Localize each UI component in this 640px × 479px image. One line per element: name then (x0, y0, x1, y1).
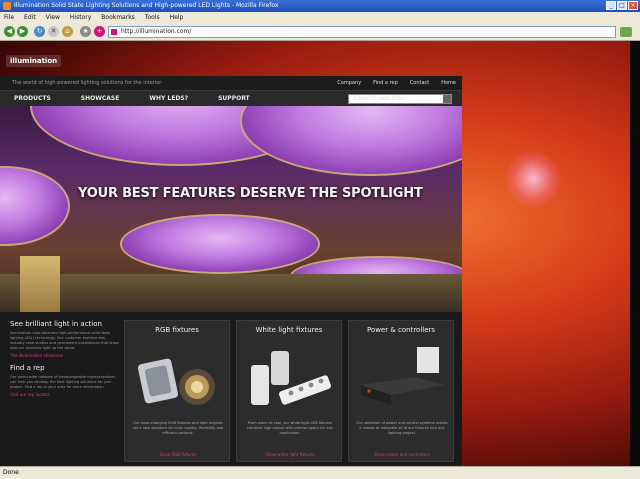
showcase-link[interactable]: The illumination showcase (10, 353, 120, 358)
lower-floor (0, 274, 462, 312)
url-bar[interactable]: http://illumination.com/ (108, 26, 616, 38)
navigation-toolbar: ◀ ▶ ↻ ✕ ⌂ ★ + http://illumination.com/ (0, 23, 640, 41)
menu-tools[interactable]: Tools (145, 12, 160, 23)
hero-banner: YOUR BEST FEATURES DESERVE THE SPOTLIGHT (0, 106, 462, 312)
product-card-white[interactable]: White light fixtures From warm to cool, … (236, 320, 342, 462)
card-title: White light fixtures (255, 326, 323, 334)
top-link-company[interactable]: Company (337, 76, 361, 90)
site-navigation: PRODUCTS SHOWCASE WHY LEDS? SUPPORT Sear… (0, 90, 462, 106)
status-bar: Done (0, 466, 640, 479)
site-favicon-icon (111, 29, 117, 35)
site-topbar: The world of high-powered lighting solut… (0, 76, 462, 90)
decorative-glow (505, 151, 561, 207)
search-icon[interactable] (443, 95, 451, 103)
nav-support[interactable]: SUPPORT (218, 95, 250, 102)
close-button[interactable]: × (628, 1, 638, 10)
nav-products[interactable]: PRODUCTS (14, 95, 51, 102)
page-viewport: illumination The world of high-powered l… (0, 41, 630, 466)
ceiling-disc (120, 214, 320, 274)
ceiling-disc (0, 166, 70, 246)
product-card-power[interactable]: Power & controllers Our selection of pow… (348, 320, 454, 462)
site-logo[interactable]: illumination (6, 55, 62, 67)
tab-icon[interactable]: + (94, 26, 105, 37)
top-link-find-rep[interactable]: Find a rep (373, 76, 398, 90)
content-area: See brilliant light in action Illuminati… (0, 312, 462, 466)
menu-help[interactable]: Help (170, 12, 184, 23)
rep-heading: Find a rep (10, 364, 45, 372)
maximize-button[interactable]: □ (617, 1, 627, 10)
top-link-home[interactable]: Home (441, 76, 456, 90)
window-titlebar: Illumination Solid State Lighting Soluti… (0, 0, 640, 12)
top-links: Company Find a rep Contact Home (337, 76, 456, 90)
intro-column: See brilliant light in action Illuminati… (10, 320, 120, 397)
menu-bar: File Edit View History Bookmarks Tools H… (0, 12, 640, 23)
stop-icon[interactable]: ✕ (48, 26, 59, 37)
forward-icon[interactable]: ▶ (17, 26, 28, 37)
menu-file[interactable]: File (4, 12, 14, 23)
go-icon[interactable] (620, 27, 632, 37)
card-link[interactable]: Show power and controllers (349, 452, 455, 457)
hero-headline: YOUR BEST FEATURES DESERVE THE SPOTLIGHT (78, 186, 423, 201)
bookmark-icon[interactable]: ★ (80, 26, 91, 37)
card-description: Our color-changing RGB fixtures and ligh… (132, 421, 224, 435)
site-search-input[interactable]: Search our site (348, 94, 452, 104)
rep-body: Our world-wide network of knowledgeable … (10, 375, 116, 389)
status-text: Done (3, 469, 19, 476)
reload-icon[interactable]: ↻ (34, 26, 45, 37)
card-link[interactable]: Show RGB fixtures (125, 452, 231, 457)
product-card-rgb[interactable]: RGB fixtures Our color-changing RGB fixt… (124, 320, 230, 462)
top-link-contact[interactable]: Contact (410, 76, 429, 90)
nav-showcase[interactable]: SHOWCASE (81, 95, 120, 102)
intro-body: Illumination manufactures high-performan… (10, 331, 119, 350)
rep-locator-link[interactable]: Visit our rep locator (10, 392, 120, 397)
vertical-scrollbar[interactable] (630, 41, 640, 466)
card-description: Our selection of power and control syste… (356, 421, 448, 435)
firefox-icon (3, 2, 11, 10)
window-controls: _ □ × (606, 1, 638, 10)
menu-history[interactable]: History (70, 12, 91, 23)
url-text: http://illumination.com/ (121, 28, 192, 35)
column (20, 256, 60, 312)
menu-edit[interactable]: Edit (24, 12, 36, 23)
menu-bookmarks[interactable]: Bookmarks (101, 12, 135, 23)
card-title: RGB fixtures (155, 326, 199, 334)
white-fixture-image (251, 351, 331, 405)
card-title: Power & controllers (366, 326, 436, 334)
back-icon[interactable]: ◀ (4, 26, 15, 37)
ceiling-disc (240, 106, 462, 176)
site-container: The world of high-powered lighting solut… (0, 76, 462, 466)
rgb-fixture-image (137, 358, 215, 405)
intro-heading: See brilliant light in action (10, 320, 102, 328)
card-link[interactable]: Show white light fixtures (237, 452, 343, 457)
menu-view[interactable]: View (46, 12, 60, 23)
controller-image (361, 347, 445, 405)
card-description: From warm to cool, our white light LED f… (247, 421, 333, 435)
nav-why-leds[interactable]: WHY LEDS? (149, 95, 188, 102)
minimize-button[interactable]: _ (606, 1, 616, 10)
window-title: Illumination Solid State Lighting Soluti… (14, 2, 279, 9)
site-tagline: The world of high-powered lighting solut… (12, 80, 162, 86)
home-icon[interactable]: ⌂ (62, 26, 73, 37)
